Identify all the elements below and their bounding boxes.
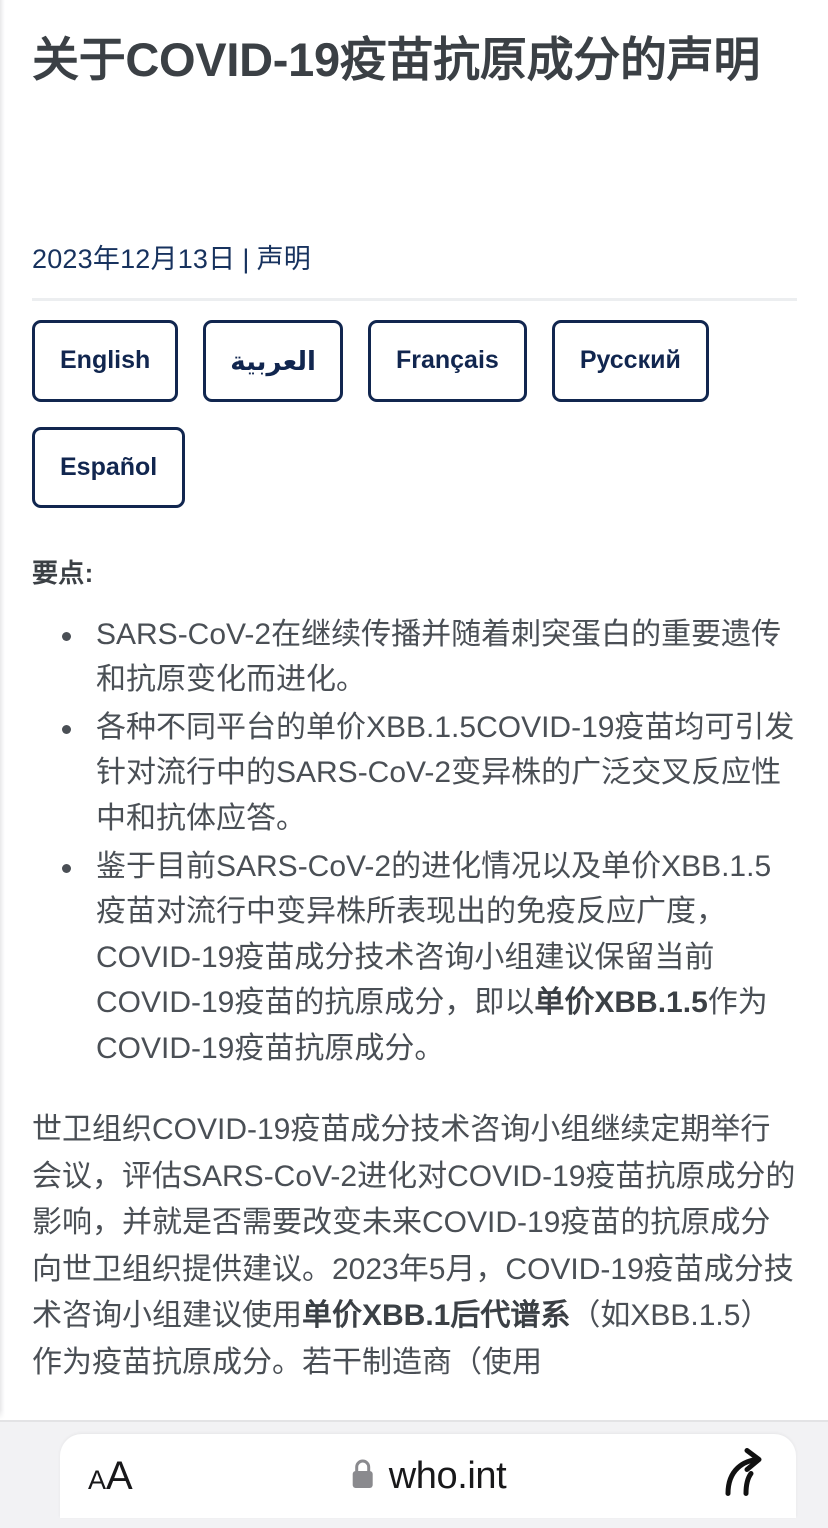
content-fade: [0, 1410, 828, 1420]
body-emphasis: 单价XBB.1后代谱系: [302, 1299, 571, 1333]
language-button-french[interactable]: Français: [367, 319, 527, 402]
key-point-item: SARS-CoV-2在继续传播并随着刺突蛋白的重要遗传和抗原变化而进化。: [46, 612, 796, 703]
key-points-heading: 要点:: [32, 557, 94, 588]
article-content: 关于COVID-19疫苗抗原成分的声明 2023年12月13日 | 声明 Engli…: [0, 0, 828, 1386]
document-type: 声明: [256, 244, 311, 275]
share-icon[interactable]: [718, 1448, 766, 1505]
web-page: 关于COVID-19疫苗抗原成分的声明 2023年12月13日 | 声明 Engli…: [0, 0, 828, 1528]
article-meta: 2023年12月13日 | 声明: [32, 243, 796, 275]
language-button-group: English العربية Français Русский Español: [32, 319, 796, 508]
key-point-text: SARS-CoV-2在继续传播并随着刺突蛋白的重要遗传和抗原变化而进化。: [96, 617, 782, 697]
key-point-item: 各种不同平台的单价XBB.1.5COVID-19疫苗均可引发针对流行中的SARS…: [46, 705, 796, 842]
text-size-small-a: A: [88, 1465, 107, 1495]
text-size-button[interactable]: AA: [88, 1456, 133, 1496]
page-title: 关于COVID-19疫苗抗原成分的声明: [32, 33, 761, 86]
lock-icon: [350, 1458, 376, 1495]
key-point-item: 鉴于目前SARS-CoV-2的进化情况以及单价XBB.1.5疫苗对流行中变异株所…: [46, 844, 796, 1072]
publish-date: 2023年12月13日: [32, 244, 236, 275]
browser-bottom-bar: AA who.int: [0, 1420, 828, 1528]
key-points-list: SARS-CoV-2在继续传播并随着刺突蛋白的重要遗传和抗原变化而进化。 各种不…: [32, 612, 796, 1072]
text-size-large-a: A: [106, 1454, 133, 1498]
url-bar[interactable]: AA who.int: [60, 1434, 796, 1518]
language-button-spanish[interactable]: Español: [32, 426, 186, 508]
language-button-english[interactable]: English: [32, 319, 179, 402]
body-paragraph: 世卫组织COVID-19疫苗成分技术咨询小组继续定期举行会议，评估SARS-Co…: [32, 1107, 796, 1386]
language-button-arabic[interactable]: العربية: [203, 319, 343, 402]
meta-divider: [32, 297, 797, 301]
url-text: who.int: [388, 1455, 507, 1497]
meta-separator: |: [242, 244, 250, 275]
language-button-russian[interactable]: Русский: [551, 319, 709, 402]
url-display[interactable]: who.int: [350, 1457, 507, 1495]
key-point-emphasis: 单价XBB.1.5: [534, 986, 708, 1020]
key-point-text: 各种不同平台的单价XBB.1.5COVID-19疫苗均可引发针对流行中的SARS…: [96, 710, 795, 835]
